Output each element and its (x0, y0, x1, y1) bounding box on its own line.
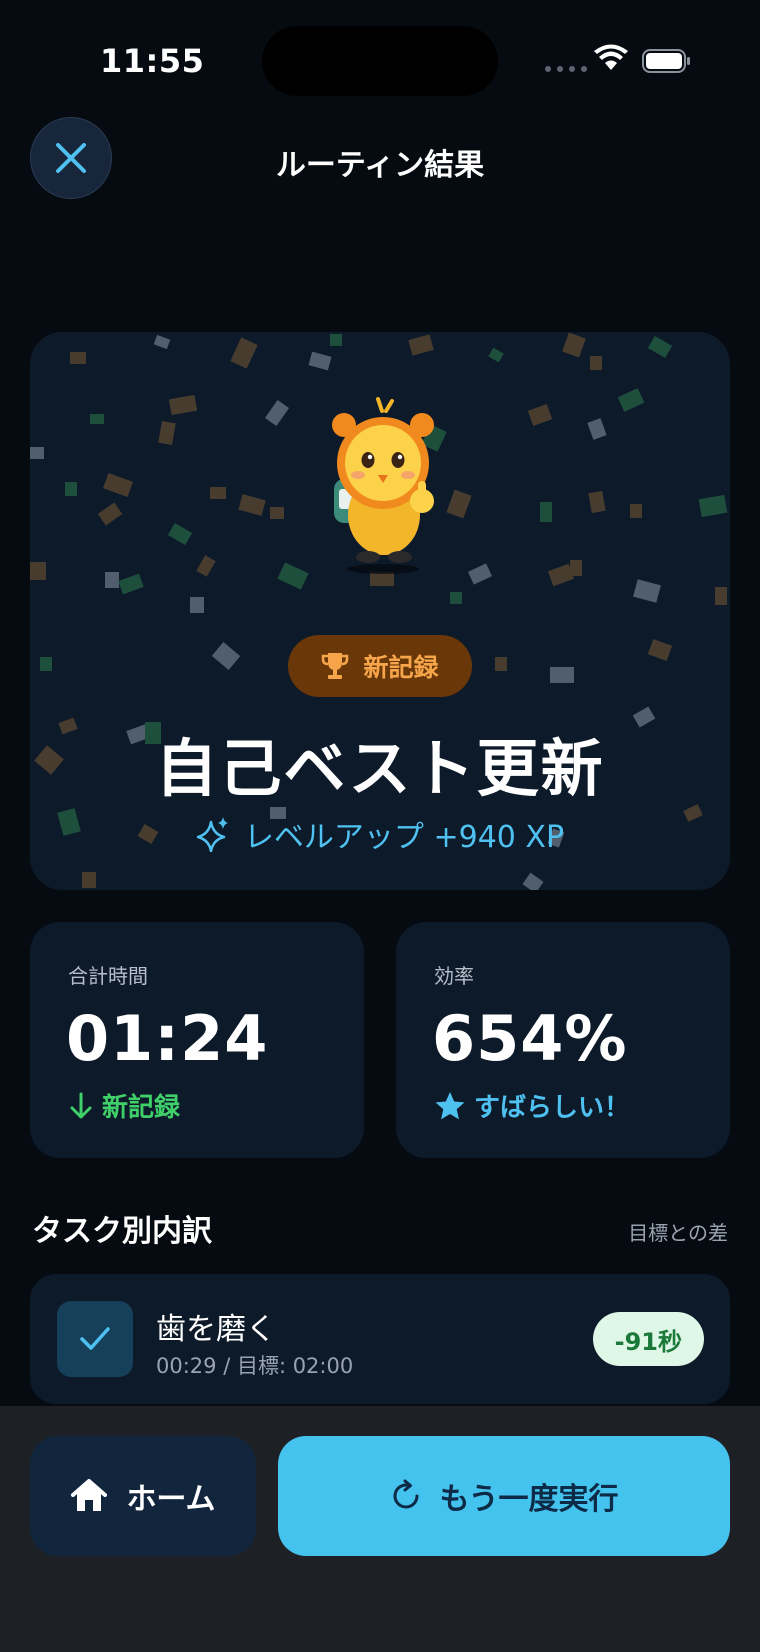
stat-value: 654% (432, 1002, 628, 1075)
badge-label: 新記録 (363, 653, 439, 682)
section-aside-label: 目標との差 (628, 1221, 728, 1245)
checkmark-icon (80, 1327, 110, 1350)
cellular-signal-icon (545, 66, 587, 72)
home-icon (71, 1479, 108, 1511)
battery-icon (642, 49, 690, 73)
task-meta: 00:29 / 目標: 02:00 (156, 1354, 354, 1378)
home-button-label: ホーム (126, 1482, 216, 1517)
home-button[interactable]: ホーム (30, 1436, 256, 1556)
star-icon (435, 1091, 465, 1119)
stat-label: 合計時間 (68, 964, 148, 988)
run-again-label: もう一度実行 (439, 1482, 619, 1517)
refresh-icon (393, 1479, 419, 1509)
stat-footnote: すばらしい！ (434, 1087, 630, 1124)
new-record-badge: 新記録 (288, 635, 472, 697)
result-hero-card: 新記録 自己ベスト更新 レベルアップ +940 XP (30, 332, 730, 890)
stat-footnote: 新記録 (68, 1087, 180, 1124)
status-bar: 11:55 (0, 0, 760, 120)
xp-text: レベルアップ +940 XP (243, 820, 565, 855)
page-title: ルーティン結果 (275, 148, 485, 183)
bottom-action-bar: ホーム もう一度実行 (0, 1406, 760, 1652)
stat-footnote-text: 新記録 (102, 1093, 181, 1123)
xp-gain: レベルアップ +940 XP (30, 812, 730, 856)
dynamic-island (262, 26, 498, 96)
run-again-button[interactable]: もう一度実行 (278, 1436, 730, 1556)
task-diff-badge: -91秒 (592, 1312, 704, 1366)
wifi-icon (594, 44, 628, 70)
efficiency-card: 効率 654% すばらしい！ (396, 922, 730, 1158)
arrow-down-icon (70, 1092, 92, 1118)
task-name: 歯を磨く (156, 1312, 276, 1347)
total-time-card: 合計時間 01:24 新記録 (30, 922, 364, 1158)
stat-footnote-text: すばらしい！ (474, 1093, 631, 1123)
hero-title: 自己ベスト更新 (155, 732, 605, 805)
sparkles-icon (196, 817, 228, 852)
task-row[interactable]: 歯を磨く 00:29 / 目標: 02:00 -91秒 (30, 1274, 730, 1404)
section-title: タスク別内訳 (32, 1214, 212, 1249)
stat-label: 効率 (434, 964, 474, 988)
stat-value: 01:24 (66, 1002, 269, 1075)
mascot-illustration (332, 397, 434, 574)
status-time: 11:55 (100, 42, 205, 80)
trophy-icon (322, 653, 349, 679)
task-checkbox[interactable] (57, 1301, 133, 1377)
